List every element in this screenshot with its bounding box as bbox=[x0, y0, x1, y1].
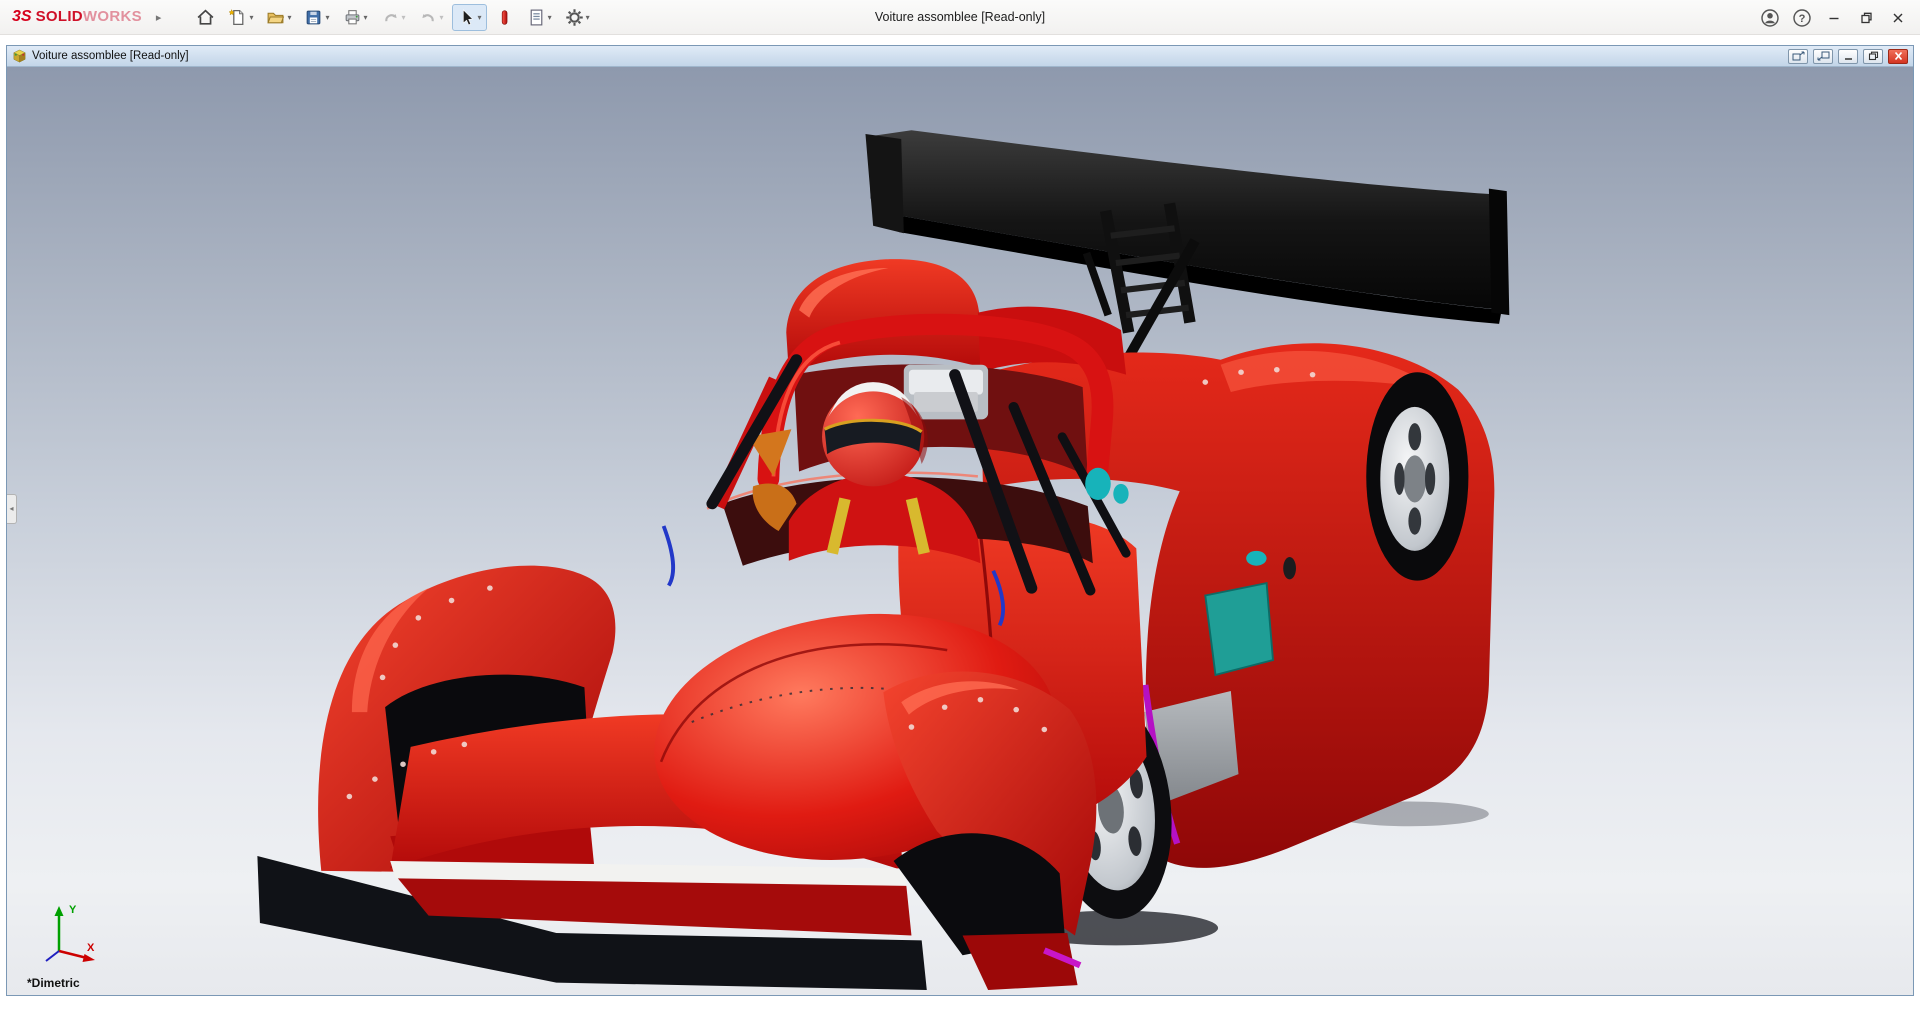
restore-button[interactable] bbox=[1850, 0, 1882, 35]
brand-works-text: WORKS bbox=[83, 8, 142, 25]
ds-logo-icon: 3S bbox=[12, 8, 32, 26]
file-properties-icon bbox=[527, 8, 546, 27]
file-properties-button[interactable]: ▾ bbox=[522, 4, 557, 31]
orientation-triad: Y X bbox=[29, 899, 101, 971]
doc-minimize-button[interactable] bbox=[1838, 49, 1858, 64]
solidworks-logo: 3S SOLID WORKS bbox=[12, 8, 142, 26]
help-icon: ? bbox=[1792, 8, 1812, 28]
open-folder-icon bbox=[266, 8, 285, 27]
dropdown-caret[interactable]: ▾ bbox=[325, 13, 329, 22]
close-button[interactable] bbox=[1882, 0, 1914, 35]
new-document-icon bbox=[228, 8, 247, 27]
graphics-viewport[interactable]: Y X *Dimetric ◂ bbox=[7, 67, 1913, 995]
close-icon bbox=[1889, 9, 1907, 27]
rebuild-button[interactable] bbox=[490, 4, 519, 31]
dock-window-icon bbox=[1817, 51, 1830, 61]
doc-dock-button[interactable] bbox=[1813, 49, 1833, 64]
save-icon bbox=[304, 8, 323, 27]
brand-solid-text: SOLID bbox=[36, 8, 83, 25]
dropdown-caret[interactable]: ▾ bbox=[548, 13, 552, 22]
app-window-controls: ? bbox=[1754, 0, 1920, 35]
svg-text:?: ? bbox=[1799, 12, 1806, 24]
doc-float-button[interactable] bbox=[1788, 49, 1808, 64]
dropdown-caret[interactable]: ▾ bbox=[287, 13, 291, 22]
doc-restore-button[interactable] bbox=[1863, 49, 1883, 64]
print-button[interactable]: ▾ bbox=[338, 4, 373, 31]
account-icon bbox=[1760, 8, 1780, 28]
select-cursor-icon bbox=[457, 8, 476, 27]
minimize-button[interactable] bbox=[1818, 0, 1850, 35]
save-button[interactable]: ▾ bbox=[299, 4, 334, 31]
dropdown-caret[interactable]: ▾ bbox=[402, 13, 406, 22]
float-window-icon bbox=[1792, 51, 1805, 61]
open-button[interactable]: ▾ bbox=[261, 4, 296, 31]
undo-button[interactable]: ▾ bbox=[376, 4, 411, 31]
select-button[interactable]: ▾ bbox=[452, 4, 487, 31]
home-button[interactable] bbox=[191, 4, 220, 31]
solidworks-app-window: 3S SOLID WORKS ▸ ▾ bbox=[0, 0, 1920, 1032]
options-button[interactable]: ▾ bbox=[560, 4, 595, 31]
redo-icon bbox=[419, 8, 438, 27]
doc-close-button[interactable] bbox=[1888, 49, 1908, 64]
print-icon bbox=[343, 8, 362, 27]
document-window: Voiture assomblee [Read-only] bbox=[6, 45, 1914, 996]
document-titlebar[interactable]: Voiture assomblee [Read-only] bbox=[7, 46, 1913, 67]
minimize-icon bbox=[1825, 9, 1843, 27]
document-title: Voiture assomblee [Read-only] bbox=[32, 50, 189, 62]
new-document-button[interactable]: ▾ bbox=[223, 4, 258, 31]
rebuild-icon bbox=[495, 8, 514, 27]
redo-button[interactable]: ▾ bbox=[414, 4, 449, 31]
doc-close-icon bbox=[1892, 51, 1905, 61]
options-gear-icon bbox=[565, 8, 584, 27]
dropdown-caret[interactable]: ▾ bbox=[364, 13, 368, 22]
undo-icon bbox=[381, 8, 400, 27]
dropdown-caret[interactable]: ▾ bbox=[440, 13, 444, 22]
dropdown-caret[interactable]: ▾ bbox=[586, 13, 590, 22]
account-button[interactable] bbox=[1754, 0, 1786, 35]
restore-icon bbox=[1857, 9, 1875, 27]
toolbar-expand-button[interactable]: ▸ bbox=[152, 9, 166, 26]
triad-x-label: X bbox=[87, 942, 95, 954]
home-icon bbox=[196, 8, 215, 27]
frame-toolbar: ▾ ▾ ▾ bbox=[191, 4, 594, 31]
doc-minimize-icon bbox=[1842, 51, 1855, 61]
dropdown-caret[interactable]: ▾ bbox=[249, 13, 253, 22]
dropdown-caret[interactable]: ▾ bbox=[478, 13, 482, 22]
view-orientation-label: *Dimetric bbox=[27, 976, 80, 990]
help-button[interactable]: ? bbox=[1786, 0, 1818, 35]
car-model[interactable] bbox=[7, 67, 1913, 995]
triad-y-label: Y bbox=[69, 904, 77, 916]
document-window-controls bbox=[1788, 49, 1908, 64]
panel-collapse-tab[interactable]: ◂ bbox=[7, 494, 17, 524]
assembly-document-icon bbox=[12, 49, 27, 64]
app-titlebar: 3S SOLID WORKS ▸ ▾ bbox=[0, 0, 1920, 35]
app-window-title: Voiture assomblee [Read-only] bbox=[875, 0, 1045, 35]
doc-restore-icon bbox=[1867, 51, 1880, 61]
